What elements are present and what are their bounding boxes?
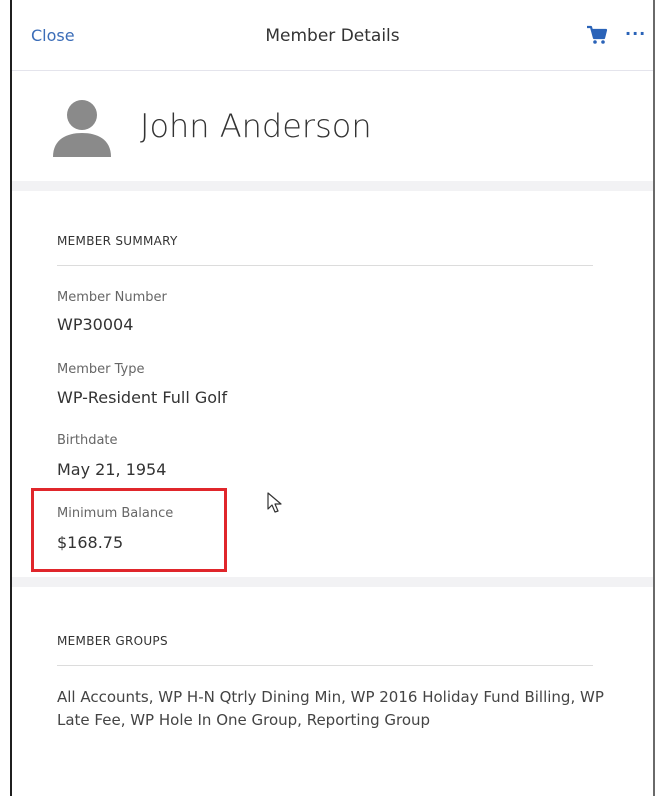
minimum-balance-highlight — [31, 488, 227, 572]
header-bar: Close Member Details ··· — [12, 0, 653, 71]
member-number-value: WP30004 — [57, 315, 134, 334]
user-silhouette-icon — [53, 100, 111, 157]
member-type-label: Member Type — [57, 362, 145, 377]
birthdate-value: May 21, 1954 — [57, 460, 167, 479]
section-gap — [12, 577, 653, 587]
more-options-icon[interactable]: ··· — [625, 24, 645, 44]
birthdate-label: Birthdate — [57, 433, 118, 448]
profile-header: John Anderson — [12, 71, 653, 181]
page-title: Member Details — [265, 26, 400, 46]
window-right-border — [653, 0, 655, 796]
shopping-cart-icon[interactable] — [586, 25, 608, 45]
mouse-pointer-icon — [267, 492, 283, 514]
avatar — [49, 95, 115, 161]
member-number-label: Member Number — [57, 290, 167, 305]
member-details-window: Close Member Details ··· John Anderson M… — [0, 0, 657, 796]
member-name: John Anderson — [140, 107, 372, 145]
member-groups-list: All Accounts, WP H-N Qtrly Dining Min, W… — [57, 688, 604, 729]
member-groups-title: MEMBER GROUPS — [57, 634, 168, 648]
section-gap — [12, 181, 653, 191]
groups-divider — [57, 665, 593, 666]
member-type-value: WP-Resident Full Golf — [57, 388, 228, 407]
summary-divider — [57, 265, 593, 266]
member-summary-title: MEMBER SUMMARY — [57, 234, 178, 248]
